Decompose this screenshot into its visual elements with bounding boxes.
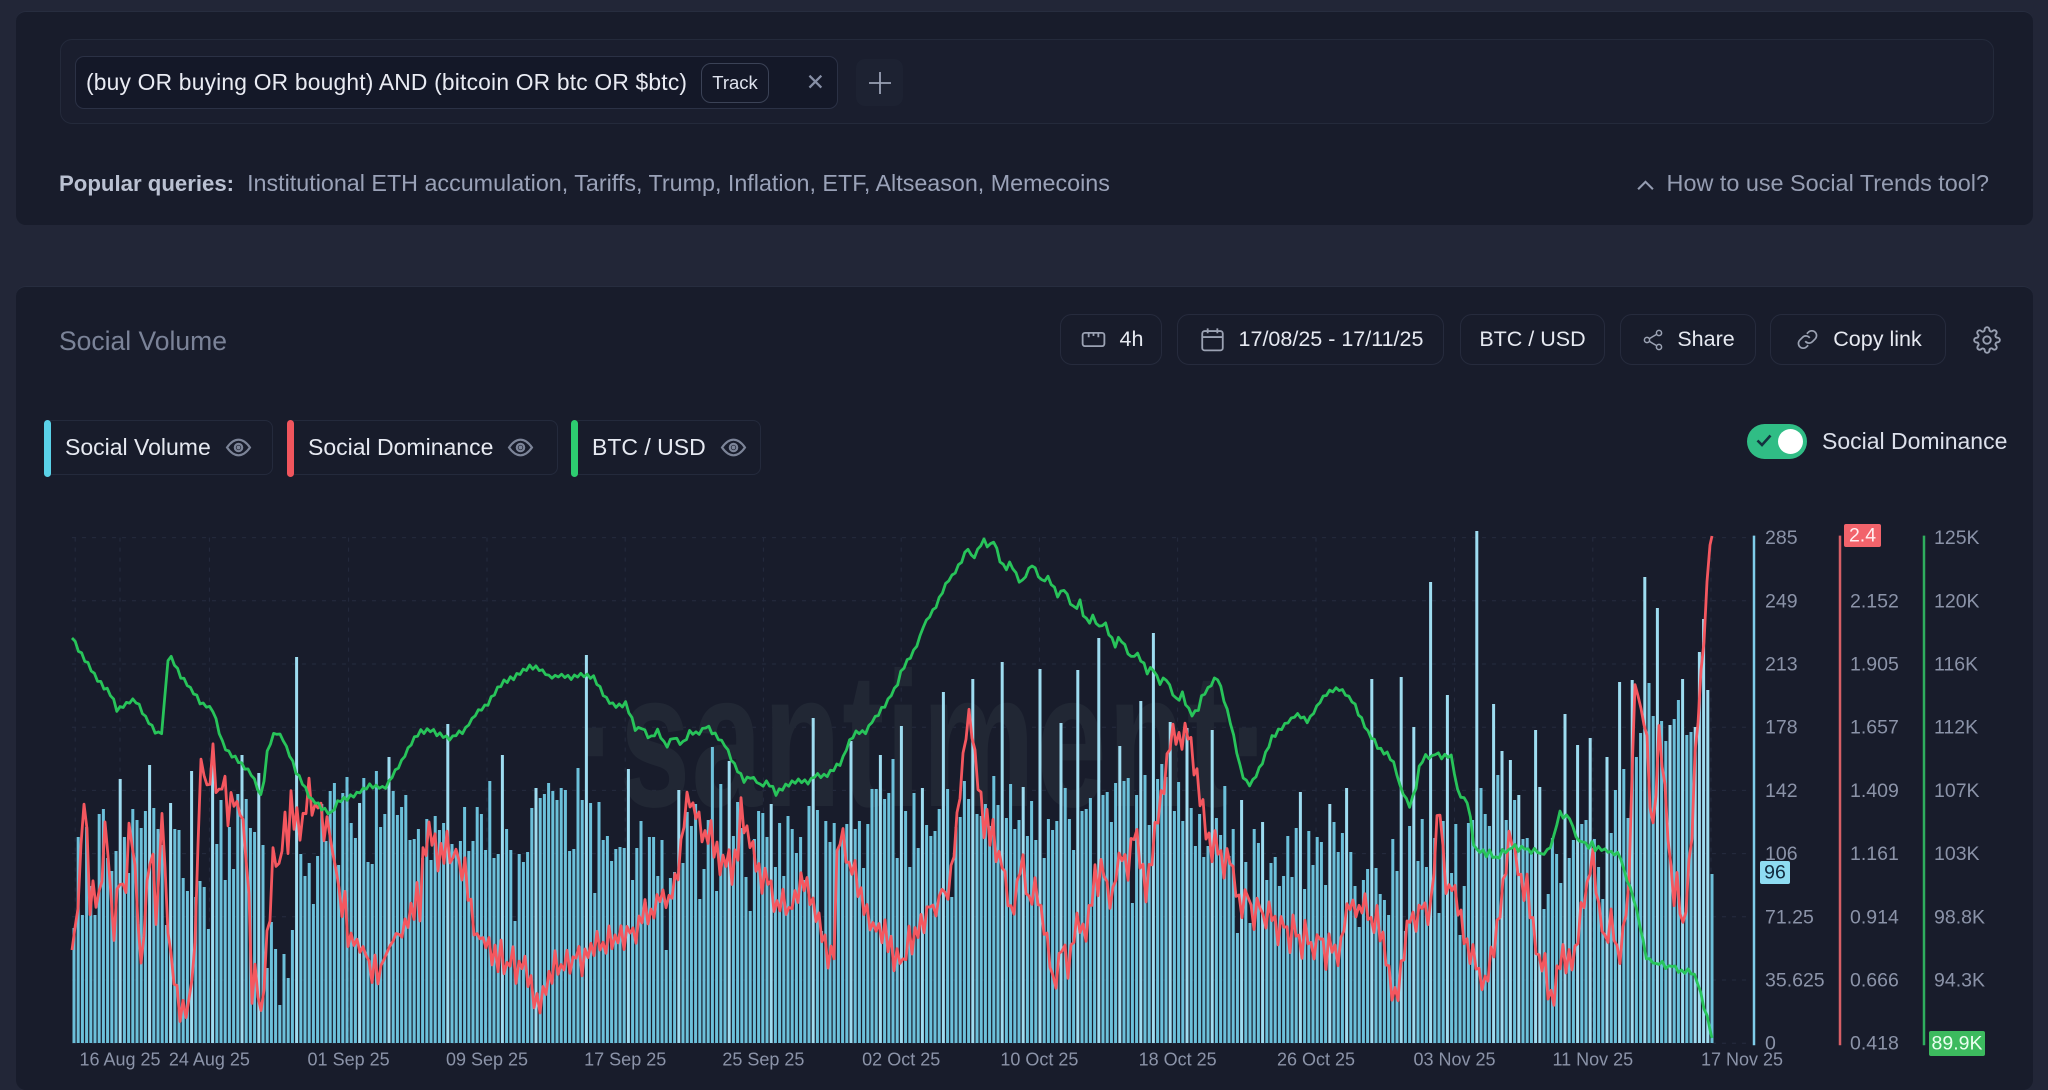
svg-text:1.409: 1.409	[1850, 780, 1899, 802]
svg-text:2.4: 2.4	[1849, 525, 1876, 547]
svg-text:142: 142	[1765, 780, 1798, 802]
svg-text:0.418: 0.418	[1850, 1033, 1899, 1055]
svg-text:285: 285	[1765, 527, 1798, 549]
svg-text:02 Oct 25: 02 Oct 25	[862, 1050, 940, 1070]
svg-text:112K: 112K	[1934, 717, 1978, 739]
svg-text:89.9K: 89.9K	[1932, 1033, 1983, 1055]
svg-text:178: 178	[1765, 717, 1798, 739]
svg-text:1.161: 1.161	[1850, 843, 1899, 865]
svg-text:1.657: 1.657	[1850, 717, 1899, 739]
svg-text:107K: 107K	[1934, 780, 1980, 802]
svg-text:125K: 125K	[1934, 527, 1980, 549]
svg-text:2.152: 2.152	[1850, 590, 1899, 612]
svg-text:1.905: 1.905	[1850, 654, 1899, 676]
svg-text:103K: 103K	[1934, 843, 1980, 865]
svg-text:11 Nov 25: 11 Nov 25	[1552, 1050, 1633, 1070]
svg-text:03 Nov 25: 03 Nov 25	[1413, 1050, 1495, 1070]
svg-text:96: 96	[1764, 862, 1786, 884]
svg-text:120K: 120K	[1934, 590, 1980, 612]
svg-text:0.666: 0.666	[1850, 970, 1899, 992]
svg-text:01 Sep 25: 01 Sep 25	[308, 1050, 390, 1070]
svg-text:18 Oct 25: 18 Oct 25	[1139, 1050, 1217, 1070]
svg-text:16 Aug 25: 16 Aug 25	[79, 1050, 160, 1070]
svg-text:26 Oct 25: 26 Oct 25	[1277, 1050, 1355, 1070]
svg-text:35.625: 35.625	[1765, 970, 1825, 992]
svg-text:25 Sep 25: 25 Sep 25	[722, 1050, 804, 1070]
svg-text:213: 213	[1765, 654, 1798, 676]
svg-text:17 Sep 25: 17 Sep 25	[584, 1050, 666, 1070]
svg-text:94.3K: 94.3K	[1934, 970, 1985, 992]
svg-text:116K: 116K	[1934, 654, 1978, 676]
svg-text:10 Oct 25: 10 Oct 25	[1000, 1050, 1078, 1070]
svg-text:71.25: 71.25	[1765, 906, 1814, 928]
svg-text:249: 249	[1765, 590, 1798, 612]
svg-text:0.914: 0.914	[1850, 906, 1899, 928]
svg-text:09 Sep 25: 09 Sep 25	[446, 1050, 528, 1070]
svg-text:98.8K: 98.8K	[1934, 906, 1985, 928]
svg-text:17 Nov 25: 17 Nov 25	[1701, 1050, 1783, 1070]
svg-text:24 Aug 25: 24 Aug 25	[169, 1050, 250, 1070]
